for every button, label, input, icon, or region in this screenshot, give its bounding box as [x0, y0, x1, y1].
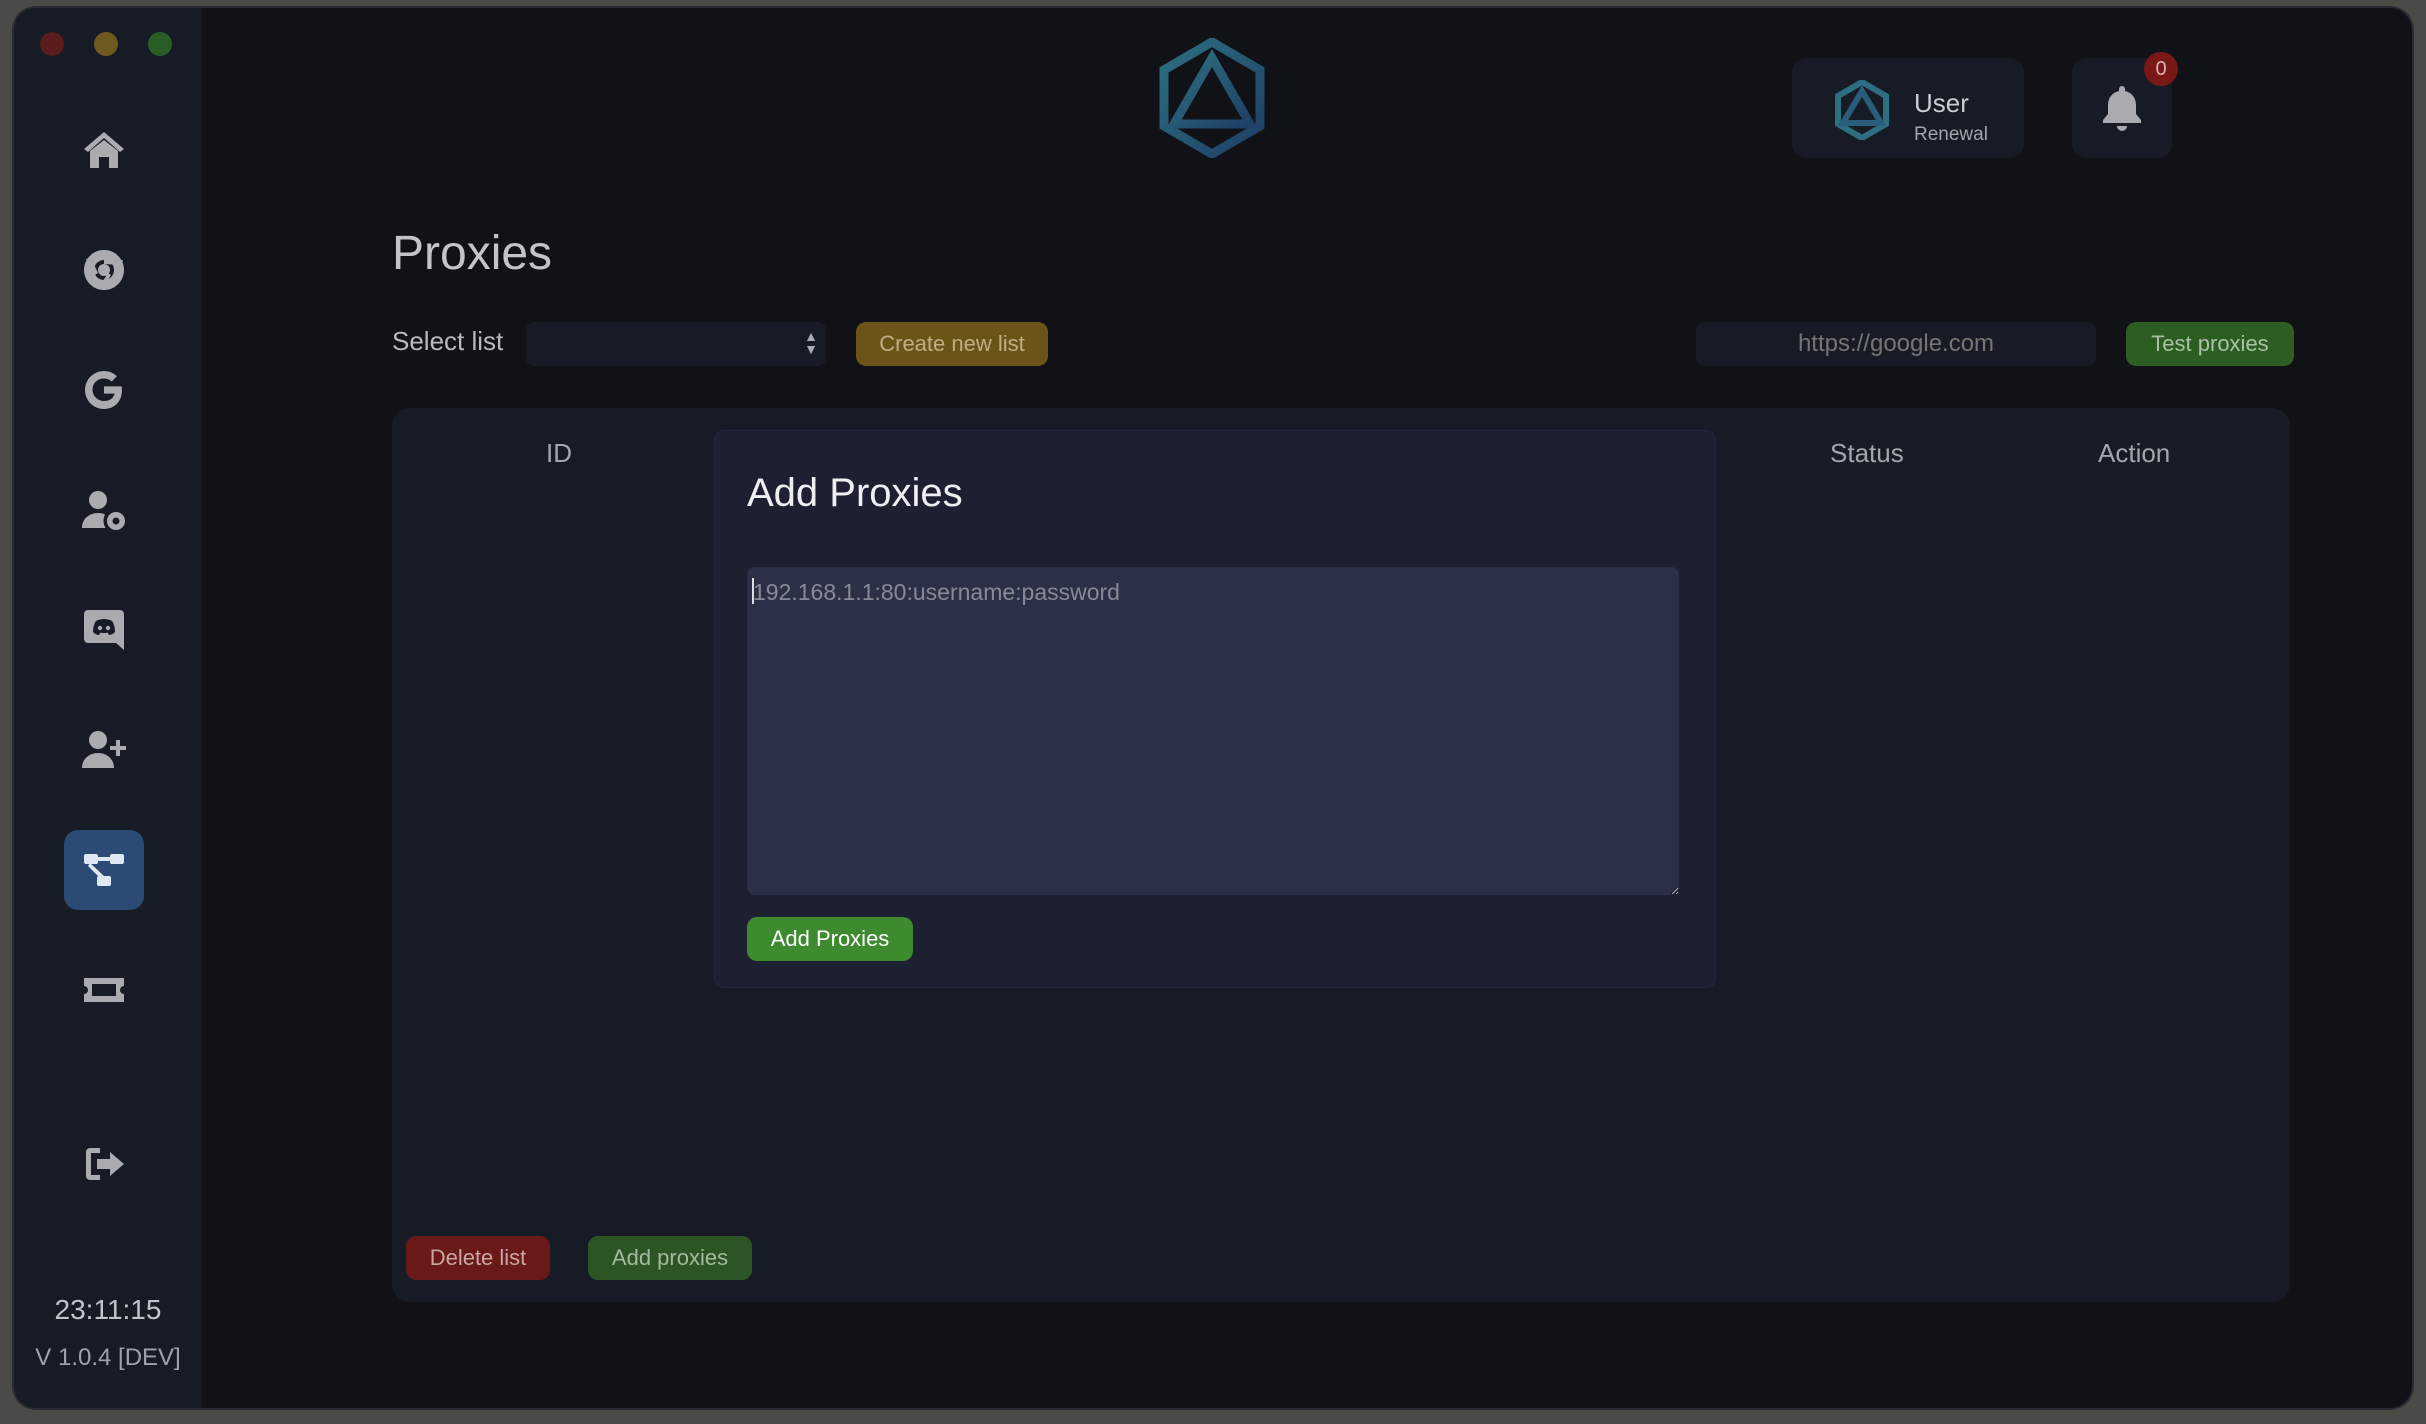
proxy-list-textarea[interactable]: [747, 567, 1679, 895]
clock: 23:11:15: [54, 1294, 162, 1325]
ticket-icon: [84, 978, 124, 1002]
app-logo: [1159, 38, 1265, 158]
google-icon: [85, 371, 122, 409]
user-avatar: [1835, 80, 1889, 140]
notification-count-badge: 0: [2144, 52, 2178, 86]
sidebar-item-proxies[interactable]: [64, 830, 144, 910]
user-plus-icon: [82, 731, 126, 768]
discord-icon: [84, 610, 124, 650]
sidebar-item-home[interactable]: [64, 110, 144, 190]
sign-out-icon: [86, 1148, 124, 1180]
add-proxies-open-button[interactable]: Add proxies: [588, 1236, 752, 1280]
sidebar-item-google[interactable]: [64, 350, 144, 430]
user-gear-icon: [82, 491, 125, 530]
select-list-label: Select list: [392, 326, 504, 356]
select-arrows-icon: ▲ ▼: [804, 328, 818, 357]
page-title: Proxies: [392, 227, 553, 280]
chrome-icon: [84, 250, 125, 290]
sidebar-item-account-settings[interactable]: [64, 470, 144, 550]
minimize-window-button[interactable]: [94, 32, 118, 56]
home-icon: [84, 132, 124, 168]
user-name: User: [1914, 88, 1969, 118]
user-card[interactable]: User Renewal: [1792, 58, 2024, 158]
sidebar-item-add-user[interactable]: [64, 710, 144, 790]
close-window-button[interactable]: [40, 32, 64, 56]
create-new-list-button[interactable]: Create new list: [856, 322, 1048, 366]
modal-title: Add Proxies: [747, 471, 963, 515]
text-caret: [752, 578, 754, 604]
sidebar-item-tickets[interactable]: [64, 950, 144, 1030]
sidebar-item-discord[interactable]: [64, 590, 144, 670]
column-header-action: Action: [2098, 438, 2171, 468]
add-proxies-modal: Add Proxies Add Proxies: [714, 430, 1716, 988]
column-header-status: Status: [1830, 438, 1904, 468]
list-select[interactable]: ▲ ▼: [526, 322, 826, 366]
app-window: 23:11:15 V 1.0.4 [DEV] User Renewal 0 Pr…: [14, 8, 2412, 1408]
test-url-input[interactable]: [1696, 322, 2096, 366]
column-header-id: ID: [546, 438, 572, 468]
user-status: Renewal: [1914, 124, 1988, 145]
sidebar-item-sign-out[interactable]: [64, 1124, 144, 1204]
sidebar-item-chrome[interactable]: [64, 230, 144, 310]
delete-list-button[interactable]: Delete list: [406, 1236, 550, 1280]
version-label: V 1.0.4 [DEV]: [35, 1344, 181, 1371]
bell-icon: [2103, 86, 2141, 131]
sidebar: 23:11:15 V 1.0.4 [DEV]: [14, 8, 202, 1408]
maximize-window-button[interactable]: [148, 32, 172, 56]
test-proxies-button[interactable]: Test proxies: [2126, 322, 2294, 366]
add-proxies-submit-button[interactable]: Add Proxies: [747, 917, 913, 961]
network-icon: [84, 854, 124, 886]
